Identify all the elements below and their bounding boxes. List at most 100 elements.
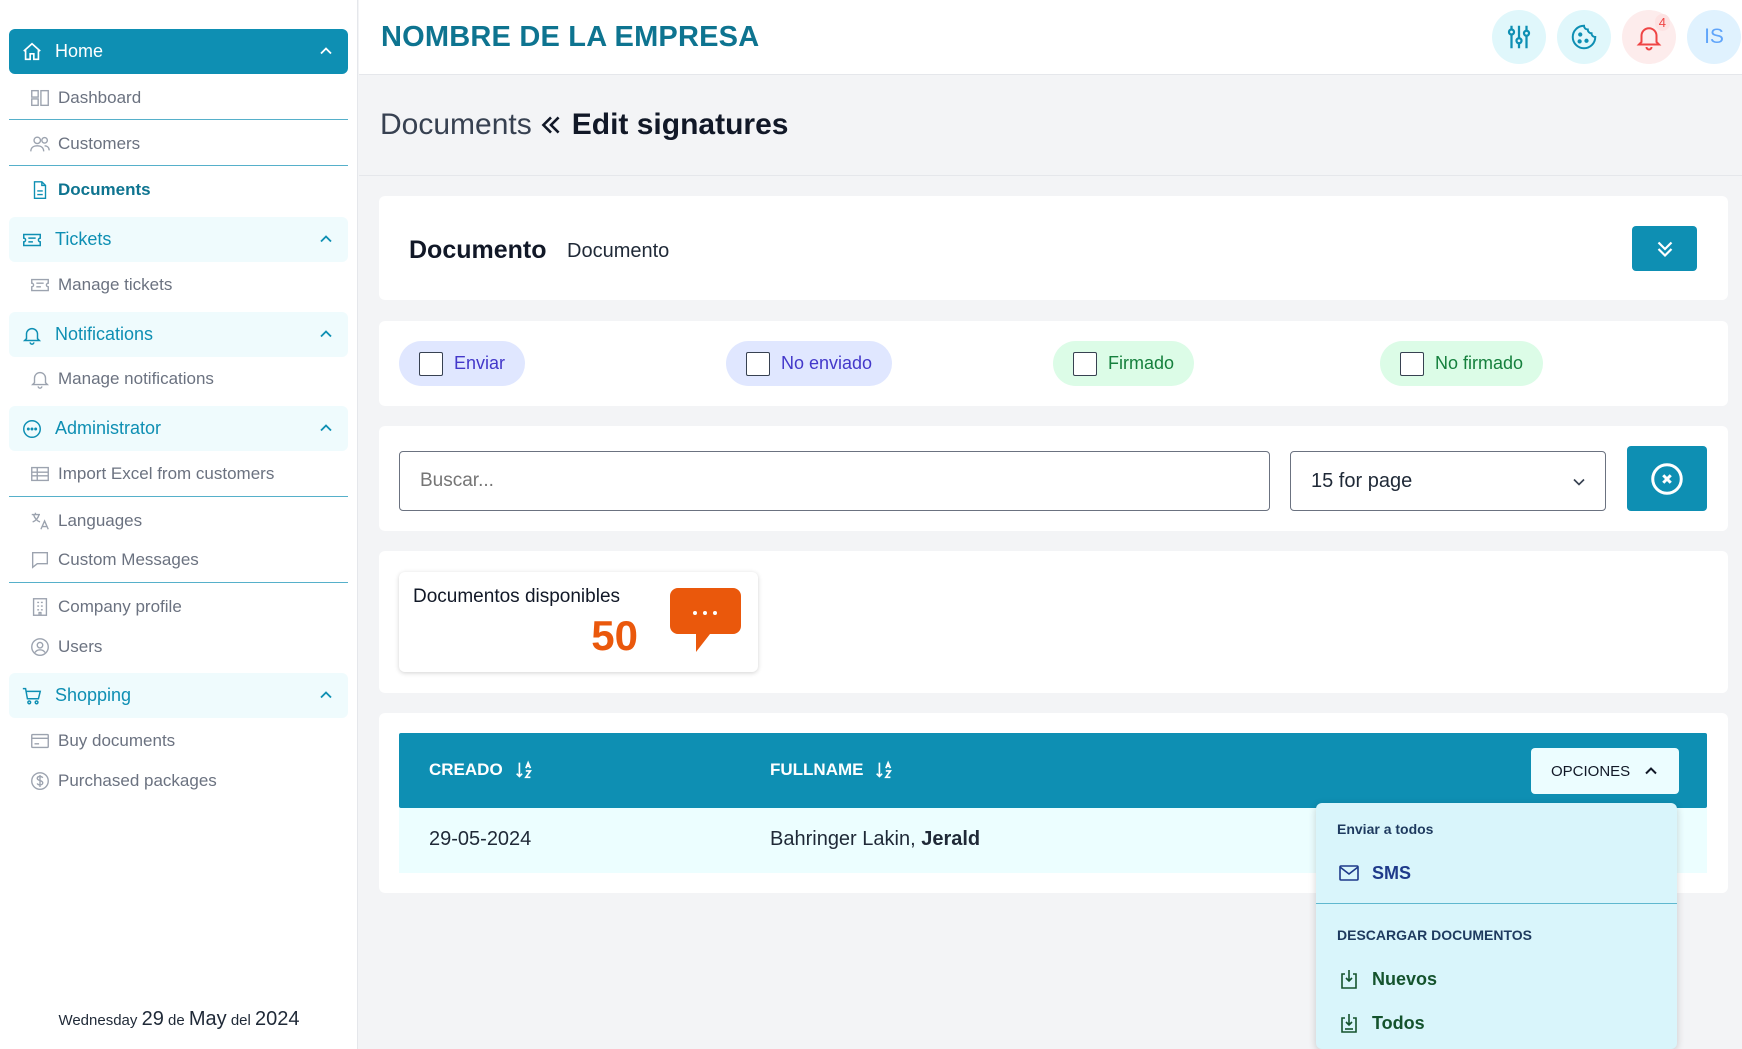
chevron-up-icon: [320, 47, 332, 55]
sidebar-group-home[interactable]: Home: [9, 29, 348, 74]
cell-first-name: Jerald: [921, 828, 981, 850]
sidebar-item-label: Languages: [58, 511, 143, 530]
sidebar-item-users[interactable]: Users: [9, 627, 348, 667]
sidebar-item-buy-documents[interactable]: Buy documents: [9, 721, 348, 761]
sidebar-item-import-excel[interactable]: Import Excel from customers: [9, 454, 348, 494]
menu-item-sms[interactable]: SMS: [1337, 861, 1411, 885]
sidebar-group-label: Tickets: [55, 229, 112, 249]
sidebar-group-tickets[interactable]: Tickets: [9, 217, 348, 262]
document-subtitle: Documento: [567, 240, 670, 262]
sidebar-item-custom-messages[interactable]: Custom Messages: [9, 540, 348, 580]
menu-item-download-all[interactable]: Todos: [1337, 1011, 1425, 1035]
sidebar-item-purchased-packages[interactable]: Purchased packages: [9, 761, 348, 801]
sidebar-group-administrator[interactable]: Administrator: [9, 406, 348, 451]
checkbox[interactable]: [419, 351, 443, 376]
sidebar-item-documents[interactable]: Documents: [9, 170, 348, 210]
divider: [9, 582, 348, 583]
sidebar-group-label: Notifications: [55, 324, 154, 344]
sidebar-item-label: Documents: [58, 180, 151, 199]
filter-label: Enviar: [454, 353, 506, 373]
divider: [9, 496, 348, 497]
available-documents-stat: Documentos disponibles 50: [399, 572, 758, 672]
home-icon: [21, 41, 43, 63]
checkbox[interactable]: [746, 351, 770, 376]
sidebar-group-notifications[interactable]: Notifications: [9, 312, 348, 357]
chevrons-left-icon: [541, 116, 560, 134]
dollar-icon: [29, 770, 51, 792]
filter-card: Enviar No enviado Firmado No firmado: [379, 321, 1728, 406]
sidebar-group-shopping[interactable]: Shopping: [9, 673, 348, 718]
avatar[interactable]: IS: [1687, 10, 1741, 64]
sidebar-item-customers[interactable]: Customers: [9, 124, 348, 164]
menu-item-label: Todos: [1372, 1012, 1425, 1033]
document-icon: [29, 179, 51, 201]
credit-card-icon: [29, 730, 51, 752]
message-bubble-icon: [670, 588, 741, 652]
options-button[interactable]: OPCIONES: [1531, 748, 1679, 794]
cell-last-name: Bahringer Lakin,: [770, 828, 916, 850]
close-circle-icon: [1651, 462, 1683, 495]
document-card: Documento Documento: [379, 196, 1728, 300]
chat-icon: [29, 549, 51, 571]
per-page-select[interactable]: 15 for page: [1290, 451, 1606, 511]
sidebar-item-manage-notifications[interactable]: Manage notifications: [9, 359, 348, 399]
sidebar-item-manage-tickets[interactable]: Manage tickets: [9, 265, 348, 305]
user-circle-icon: [29, 636, 51, 658]
filter-enviar[interactable]: Enviar: [399, 341, 526, 386]
stat-value: 50: [591, 612, 638, 659]
sidebar: Home Dashboard Customers Documents Ticke…: [0, 0, 358, 1049]
column-fullname[interactable]: FULLNAME: [770, 759, 895, 781]
sidebar-item-label: Import Excel from customers: [58, 464, 275, 483]
current-date: Wednesday 29 de May del 2024: [0, 1008, 358, 1031]
menu-header-send: Enviar a todos: [1337, 821, 1434, 837]
settings-sliders-button[interactable]: [1492, 10, 1546, 64]
date-de: de: [168, 1012, 185, 1029]
cookie-button[interactable]: [1557, 10, 1611, 64]
notifications-button[interactable]: 4: [1622, 10, 1676, 64]
breadcrumb-parent[interactable]: Documents: [380, 108, 532, 142]
dashboard-icon: [29, 87, 51, 109]
sidebar-item-company-profile[interactable]: Company profile: [9, 587, 348, 627]
filter-firmado[interactable]: Firmado: [1053, 341, 1195, 386]
sidebar-item-dashboard[interactable]: Dashboard: [9, 78, 348, 118]
bell-icon: [29, 368, 51, 390]
column-creado[interactable]: CREADO: [429, 759, 535, 781]
bell-icon: [21, 324, 43, 346]
sidebar-item-label: Users: [58, 637, 103, 656]
date-month: May: [188, 1008, 227, 1030]
clear-search-button[interactable]: [1627, 446, 1707, 511]
building-icon: [29, 596, 51, 618]
filter-no-enviado[interactable]: No enviado: [726, 341, 893, 386]
divider: [9, 119, 348, 120]
sidebar-item-languages[interactable]: Languages: [9, 501, 348, 541]
search-card: 15 for page: [379, 426, 1728, 531]
column-label: CREADO: [429, 760, 503, 779]
chevron-up-icon: [1645, 767, 1657, 775]
chevron-up-icon: [320, 424, 332, 432]
stats-card: Documentos disponibles 50: [379, 551, 1728, 693]
chevron-up-icon: [320, 235, 332, 243]
ticket-icon: [29, 274, 51, 296]
menu-header-download: DESCARGAR DOCUMENTOS: [1337, 927, 1532, 943]
sidebar-item-label: Purchased packages: [58, 771, 217, 790]
translate-icon: [29, 510, 51, 532]
menu-item-label: Nuevos: [1372, 968, 1438, 989]
sidebar-item-label: Buy documents: [58, 731, 176, 750]
cookie-icon: [1571, 24, 1597, 50]
dots-circle-icon: [21, 418, 43, 440]
cell-created: 29-05-2024: [429, 828, 532, 850]
divider: [1316, 903, 1677, 904]
sidebar-item-label: Manage notifications: [58, 369, 214, 388]
search-input[interactable]: [399, 451, 1270, 511]
sidebar-item-label: Custom Messages: [58, 550, 199, 569]
checkbox[interactable]: [1400, 351, 1424, 376]
notification-badge: 4: [1654, 14, 1670, 31]
menu-item-download-new[interactable]: Nuevos: [1337, 967, 1437, 991]
sort-az-icon: [515, 760, 532, 779]
checkbox[interactable]: [1073, 351, 1097, 376]
expand-button[interactable]: [1632, 226, 1697, 271]
options-menu: Enviar a todos SMS DESCARGAR DOCUMENTOS …: [1316, 803, 1677, 1049]
filter-no-firmado[interactable]: No firmado: [1380, 341, 1544, 386]
users-icon: [29, 133, 51, 155]
stat-label: Documentos disponibles: [413, 586, 621, 607]
